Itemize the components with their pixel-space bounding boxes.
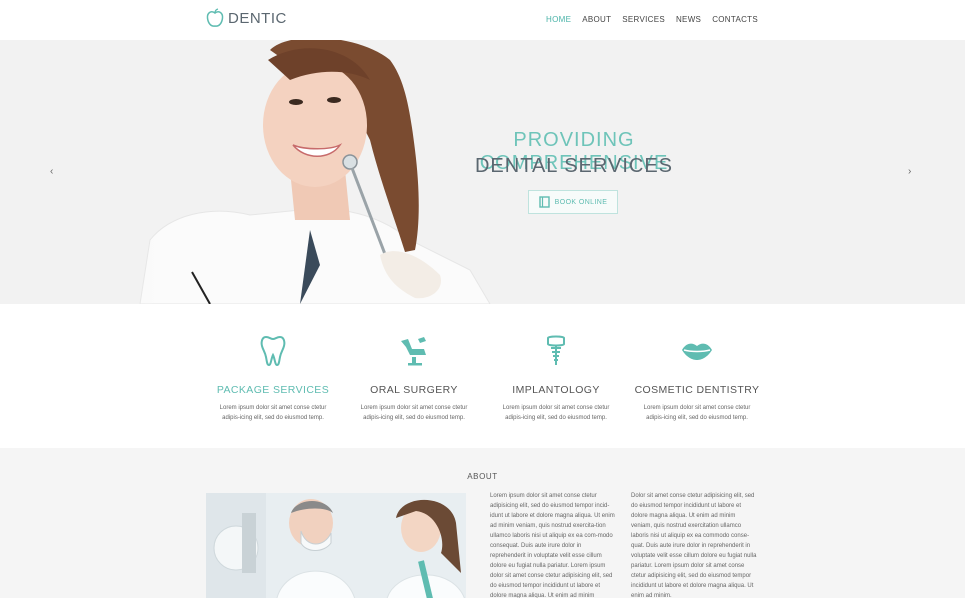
hero-slider: ‹ › PROVIDING COMPREHENSIVE DENTAL SERVI… (0, 40, 965, 304)
service-cosmetic[interactable]: COSMETIC DENTISTRY Lorem ipsum dolor sit… (630, 334, 764, 423)
nav-home[interactable]: HOME (546, 15, 571, 24)
nav-contacts[interactable]: CONTACTS (712, 15, 758, 24)
service-title: COSMETIC DENTISTRY (634, 384, 760, 396)
nav-services[interactable]: SERVICES (622, 15, 665, 24)
book-online-label: BOOK ONLINE (554, 198, 608, 206)
logo-text: DENTIC (228, 9, 287, 27)
service-title: PACKAGE SERVICES (216, 384, 330, 396)
service-package[interactable]: PACKAGE SERVICES Lorem ipsum dolor sit a… (206, 334, 340, 423)
slider-next-icon[interactable]: › (908, 166, 911, 177)
service-text: Lorem ipsum dolor sit amet conse ctetur … (643, 405, 751, 421)
hero-title-line2: DENTAL SERVICES (474, 155, 674, 177)
about-section: ABOUT Lorem ipsum dolor sit amet conse c… (0, 448, 965, 598)
dental-chair-icon (401, 337, 426, 366)
service-title: ORAL SURGERY (370, 384, 458, 396)
service-text: Lorem ipsum dolor sit amet conse ctetur … (502, 405, 610, 421)
implant-icon (547, 335, 565, 365)
services-section: PACKAGE SERVICES Lorem ipsum dolor sit a… (0, 304, 965, 448)
logo[interactable]: DENTIC (206, 8, 287, 28)
tooth-icon (260, 335, 286, 367)
main-nav: HOME ABOUT SERVICES NEWS CONTACTS (546, 15, 758, 24)
book-online-button[interactable]: BOOK ONLINE (528, 190, 618, 214)
apple-logo-icon (206, 8, 224, 27)
nav-news[interactable]: NEWS (676, 15, 701, 24)
service-title: IMPLANTOLOGY (512, 384, 600, 396)
slider-prev-icon[interactable]: ‹ (50, 166, 53, 177)
service-implantology[interactable]: IMPLANTOLOGY Lorem ipsum dolor sit amet … (489, 334, 623, 423)
service-text: Lorem ipsum dolor sit amet conse ctetur … (219, 405, 327, 421)
site-header: DENTIC HOME ABOUT SERVICES NEWS CONTACTS (0, 0, 965, 40)
lips-icon (682, 343, 712, 360)
book-icon (538, 196, 550, 208)
about-title: ABOUT (467, 472, 498, 481)
service-text: Lorem ipsum dolor sit amet conse ctetur … (360, 405, 468, 421)
about-text-col2: Dolor sit amet conse ctetur adipisicing … (631, 493, 757, 598)
about-text-col1: Lorem ipsum dolor sit amet conse ctetur … (490, 493, 615, 598)
service-oral-surgery[interactable]: ORAL SURGERY Lorem ipsum dolor sit amet … (347, 334, 481, 423)
nav-about[interactable]: ABOUT (582, 15, 611, 24)
dentist-team-photo (206, 493, 466, 598)
